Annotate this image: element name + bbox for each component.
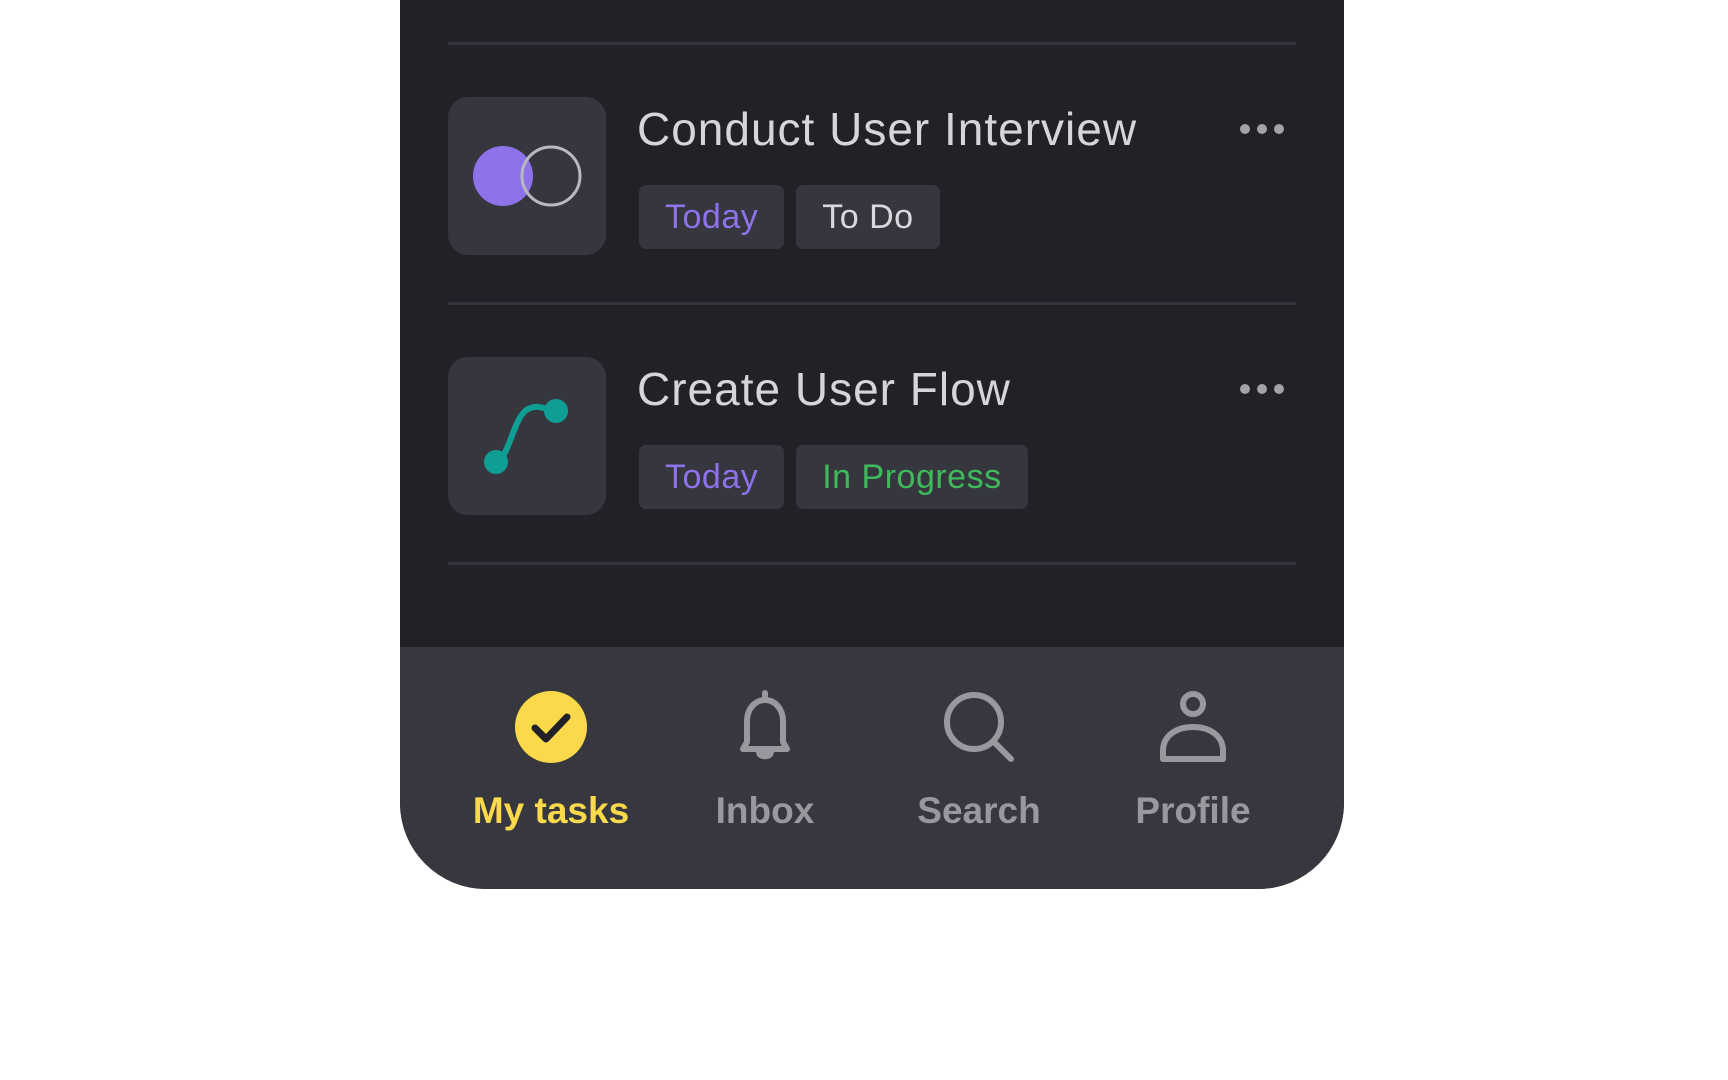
divider — [448, 302, 1296, 305]
nav-item-profile[interactable]: Profile — [1086, 647, 1300, 889]
search-icon — [944, 692, 1014, 762]
nav-item-my-tasks[interactable]: My tasks — [444, 647, 658, 889]
more-dots-icon — [1240, 384, 1284, 394]
task-item-conduct-user-interview[interactable]: Conduct User Interview Today To Do — [448, 97, 1296, 255]
nav-label: Search — [917, 790, 1041, 831]
task-item-create-user-flow[interactable]: Create User Flow Today In Progress — [448, 357, 1296, 515]
divider — [448, 562, 1296, 565]
person-icon — [1160, 691, 1226, 762]
overlapping-circles-icon — [473, 145, 582, 207]
nav-label: Profile — [1135, 790, 1251, 831]
status-tag[interactable]: To Do — [796, 185, 940, 249]
divider — [448, 42, 1296, 45]
task-tags: Today In Progress — [639, 445, 1028, 509]
task-title: Create User Flow — [637, 363, 1011, 415]
task-title: Conduct User Interview — [637, 103, 1138, 155]
more-dots-icon — [1240, 124, 1284, 134]
status-tag[interactable]: In Progress — [796, 445, 1028, 509]
nav-item-search[interactable]: Search — [872, 647, 1086, 889]
bottom-nav: My tasks Inbox Search Profile — [400, 647, 1344, 889]
check-circle-icon — [515, 691, 587, 763]
more-options-button[interactable] — [1238, 117, 1286, 141]
due-tag[interactable]: Today — [639, 445, 785, 509]
due-tag[interactable]: Today — [639, 185, 785, 249]
task-tags: Today To Do — [639, 185, 940, 249]
task-icon-tile — [448, 357, 606, 515]
nav-label: My tasks — [472, 790, 630, 831]
task-icon-tile — [448, 97, 606, 255]
nav-label: Inbox — [715, 790, 815, 831]
bell-icon — [740, 690, 790, 760]
phone-screen: Conduct User Interview Today To Do Creat… — [400, 0, 1344, 889]
flow-curve-icon — [484, 399, 568, 474]
more-options-button[interactable] — [1238, 377, 1286, 401]
nav-item-inbox[interactable]: Inbox — [658, 647, 872, 889]
